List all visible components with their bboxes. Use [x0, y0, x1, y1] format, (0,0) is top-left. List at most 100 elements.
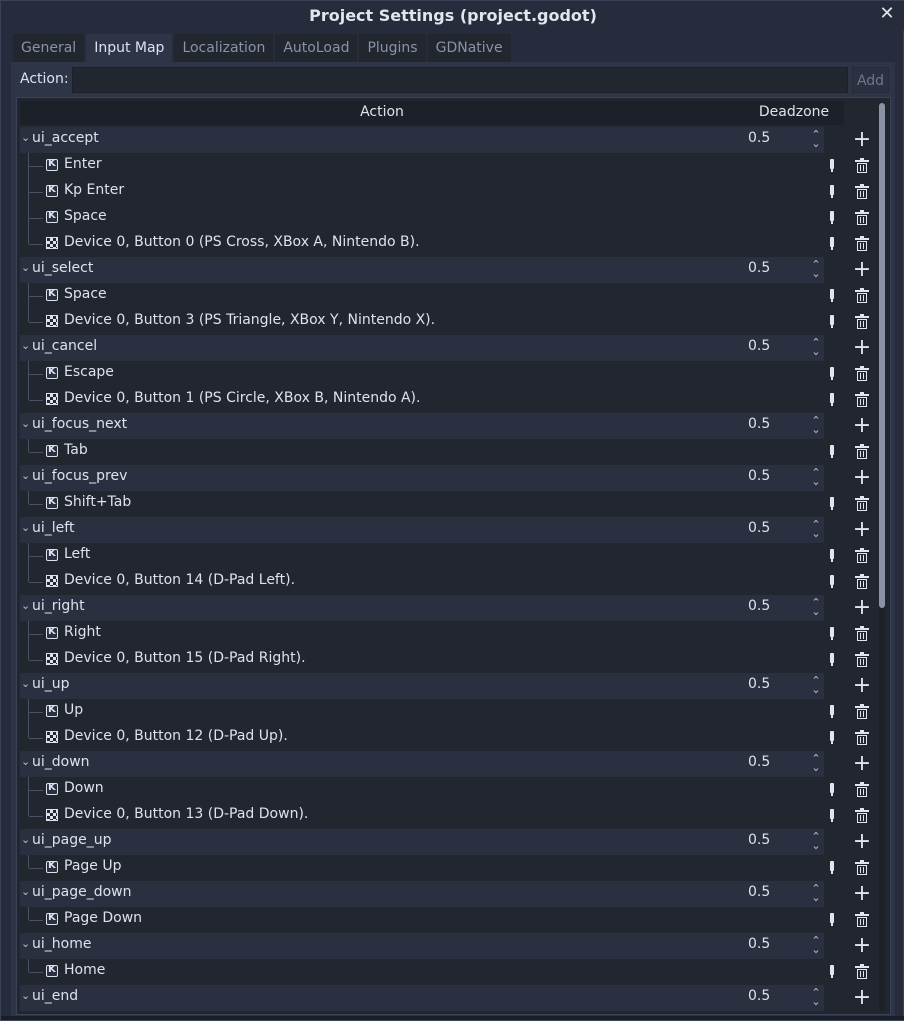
trash-icon[interactable]	[855, 704, 869, 719]
edit-icon[interactable]	[830, 393, 834, 406]
edit-icon[interactable]	[830, 497, 834, 510]
plus-icon[interactable]: +	[852, 985, 872, 1011]
edit-icon[interactable]	[830, 783, 834, 796]
trash-icon[interactable]	[855, 158, 869, 173]
chevron-down-icon[interactable]: ⌄	[21, 990, 31, 1001]
trash-icon[interactable]	[855, 392, 869, 407]
edit-icon[interactable]	[830, 653, 834, 666]
edit-icon[interactable]	[830, 809, 834, 822]
chevron-down-icon[interactable]: ⌄	[21, 262, 31, 273]
trash-icon[interactable]	[855, 366, 869, 381]
plus-icon[interactable]: +	[852, 881, 872, 907]
plus-icon[interactable]: +	[852, 465, 872, 491]
plus-icon[interactable]: +	[852, 595, 872, 621]
trash-icon[interactable]	[855, 548, 869, 563]
edit-icon[interactable]	[830, 315, 834, 328]
deadzone-value[interactable]: 0.5	[748, 260, 770, 276]
plus-icon[interactable]: +	[852, 751, 872, 777]
action-row[interactable]: ⌄ ui_cancel 0.5 ⌃ ⌄ +	[20, 335, 876, 361]
chevron-down-icon[interactable]: ⌄	[21, 600, 31, 611]
edit-icon[interactable]	[830, 575, 834, 588]
action-row[interactable]: ⌄ ui_accept 0.5 ⌃ ⌄ +	[20, 127, 876, 153]
trash-icon[interactable]	[855, 964, 869, 979]
trash-icon[interactable]	[855, 652, 869, 667]
close-icon[interactable]: ✕	[877, 4, 897, 24]
deadzone-value[interactable]: 0.5	[748, 598, 770, 614]
trash-icon[interactable]	[855, 730, 869, 745]
action-row[interactable]: ⌄ ui_end 0.5 ⌃ ⌄ +	[20, 985, 876, 1011]
chevron-down-icon[interactable]: ⌄	[21, 522, 31, 533]
edit-icon[interactable]	[830, 185, 834, 198]
edit-icon[interactable]	[830, 211, 834, 224]
tab-input-map[interactable]: Input Map	[86, 34, 173, 62]
spinbox-arrows-icon[interactable]: ⌃ ⌄	[811, 753, 821, 773]
chevron-down-icon[interactable]: ⌄	[21, 418, 31, 429]
spinbox-arrows-icon[interactable]: ⌃ ⌄	[811, 129, 821, 149]
edit-icon[interactable]	[830, 627, 834, 640]
plus-icon[interactable]: +	[852, 933, 872, 959]
chevron-down-icon[interactable]: ⌄	[21, 938, 31, 949]
action-row[interactable]: ⌄ ui_page_down 0.5 ⌃ ⌄ +	[20, 881, 876, 907]
deadzone-value[interactable]: 0.5	[748, 754, 770, 770]
plus-icon[interactable]: +	[852, 517, 872, 543]
scrollbar-thumb[interactable]	[879, 103, 885, 608]
trash-icon[interactable]	[855, 626, 869, 641]
edit-icon[interactable]	[830, 705, 834, 718]
chevron-down-icon[interactable]: ⌄	[21, 834, 31, 845]
spinbox-arrows-icon[interactable]: ⌃ ⌄	[811, 597, 821, 617]
spinbox-arrows-icon[interactable]: ⌃ ⌄	[811, 337, 821, 357]
trash-icon[interactable]	[855, 912, 869, 927]
trash-icon[interactable]	[855, 210, 869, 225]
trash-icon[interactable]	[855, 236, 869, 251]
trash-icon[interactable]	[855, 288, 869, 303]
edit-icon[interactable]	[830, 237, 834, 250]
trash-icon[interactable]	[855, 574, 869, 589]
action-name-input[interactable]	[72, 67, 848, 93]
spinbox-arrows-icon[interactable]: ⌃ ⌄	[811, 415, 821, 435]
chevron-down-icon[interactable]: ⌄	[21, 340, 31, 351]
edit-icon[interactable]	[830, 549, 834, 562]
trash-icon[interactable]	[855, 496, 869, 511]
edit-icon[interactable]	[830, 965, 834, 978]
deadzone-value[interactable]: 0.5	[748, 676, 770, 692]
edit-icon[interactable]	[830, 731, 834, 744]
deadzone-value[interactable]: 0.5	[748, 520, 770, 536]
deadzone-value[interactable]: 0.5	[748, 988, 770, 1004]
trash-icon[interactable]	[855, 314, 869, 329]
chevron-down-icon[interactable]: ⌄	[21, 886, 31, 897]
action-row[interactable]: ⌄ ui_focus_next 0.5 ⌃ ⌄ +	[20, 413, 876, 439]
deadzone-value[interactable]: 0.5	[748, 936, 770, 952]
spinbox-arrows-icon[interactable]: ⌃ ⌄	[811, 259, 821, 279]
spinbox-arrows-icon[interactable]: ⌃ ⌄	[811, 675, 821, 695]
trash-icon[interactable]	[855, 808, 869, 823]
tab-general[interactable]: General	[13, 34, 85, 62]
trash-icon[interactable]	[855, 184, 869, 199]
spinbox-arrows-icon[interactable]: ⌃ ⌄	[811, 467, 821, 487]
spinbox-arrows-icon[interactable]: ⌃ ⌄	[811, 987, 821, 1007]
deadzone-value[interactable]: 0.5	[748, 832, 770, 848]
add-action-button[interactable]: Add	[852, 67, 889, 93]
edit-icon[interactable]	[830, 445, 834, 458]
edit-icon[interactable]	[830, 159, 834, 172]
deadzone-value[interactable]: 0.5	[748, 130, 770, 146]
tab-gdnative[interactable]: GDNative	[427, 34, 511, 62]
tab-autoload[interactable]: AutoLoad	[275, 34, 358, 62]
spinbox-arrows-icon[interactable]: ⌃ ⌄	[811, 831, 821, 851]
tab-plugins[interactable]: Plugins	[359, 34, 426, 62]
plus-icon[interactable]: +	[852, 127, 872, 153]
trash-icon[interactable]	[855, 860, 869, 875]
action-row[interactable]: ⌄ ui_select 0.5 ⌃ ⌄ +	[20, 257, 876, 283]
trash-icon[interactable]	[855, 782, 869, 797]
action-row[interactable]: ⌄ ui_page_up 0.5 ⌃ ⌄ +	[20, 829, 876, 855]
deadzone-value[interactable]: 0.5	[748, 416, 770, 432]
title-bar[interactable]: Project Settings (project.godot) ✕	[1, 1, 904, 31]
plus-icon[interactable]: +	[852, 673, 872, 699]
deadzone-value[interactable]: 0.5	[748, 468, 770, 484]
action-row[interactable]: ⌄ ui_down 0.5 ⌃ ⌄ +	[20, 751, 876, 777]
plus-icon[interactable]: +	[852, 335, 872, 361]
deadzone-value[interactable]: 0.5	[748, 884, 770, 900]
edit-icon[interactable]	[830, 367, 834, 380]
plus-icon[interactable]: +	[852, 257, 872, 283]
action-row[interactable]: ⌄ ui_up 0.5 ⌃ ⌄ +	[20, 673, 876, 699]
action-row[interactable]: ⌄ ui_home 0.5 ⌃ ⌄ +	[20, 933, 876, 959]
